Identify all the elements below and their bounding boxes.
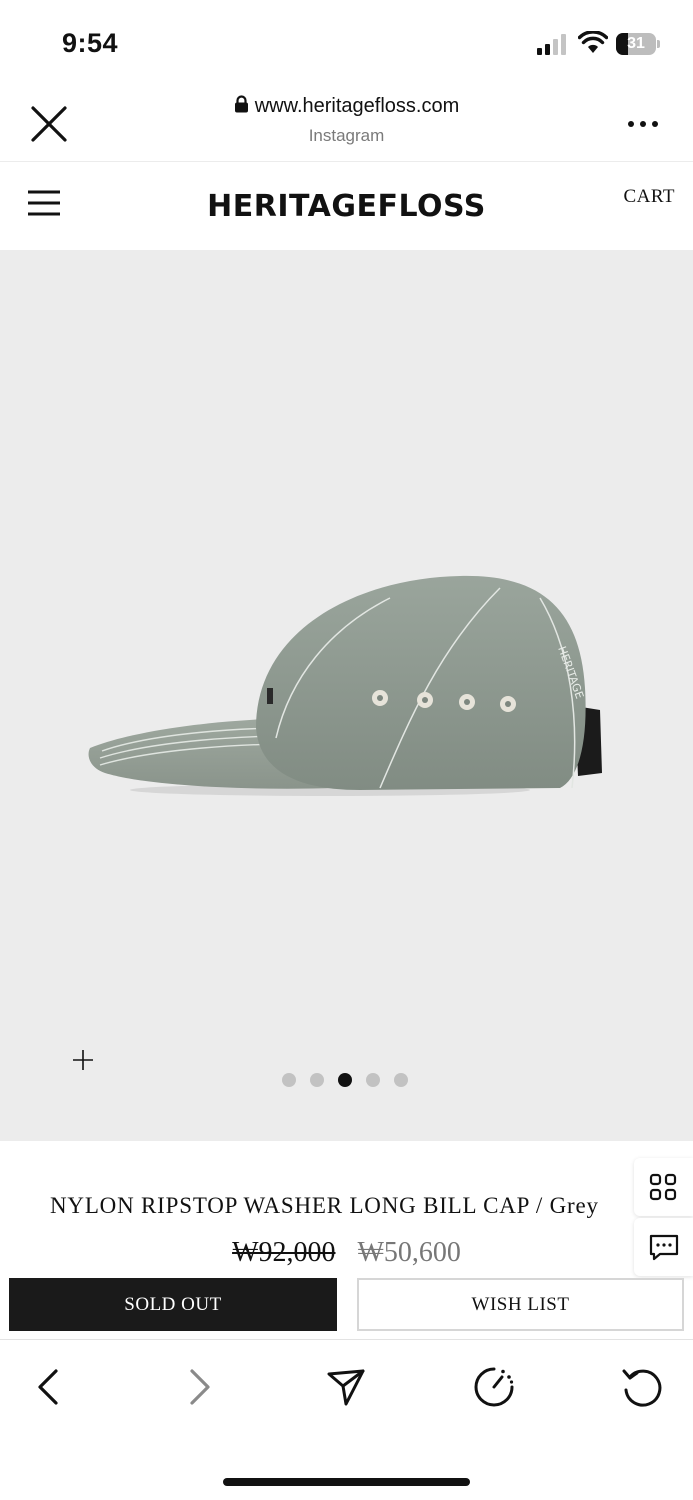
price-line: ₩92,000 ₩50,600 (0, 1237, 693, 1269)
url-bar[interactable]: www.heritagefloss.com (0, 95, 693, 118)
carousel-dot[interactable] (394, 1073, 408, 1087)
more-icon[interactable] (626, 118, 660, 130)
signal-icon (537, 34, 566, 55)
sale-price: ₩50,600 (357, 1237, 461, 1268)
original-price: ₩92,000 (232, 1237, 336, 1268)
lock-icon (234, 95, 248, 113)
share-icon[interactable] (324, 1365, 368, 1409)
back-icon[interactable] (27, 1365, 71, 1409)
home-indicator (223, 1478, 470, 1486)
site-header: HERITAGEFLOSS CART (0, 162, 693, 250)
cart-link[interactable]: CART (623, 186, 675, 208)
speed-icon[interactable] (472, 1365, 516, 1409)
url-text: www.heritagefloss.com (254, 95, 460, 117)
grid-icon (649, 1173, 677, 1201)
grid-button[interactable] (634, 1158, 693, 1216)
forward-icon[interactable] (177, 1365, 221, 1409)
carousel-dot[interactable] (366, 1073, 380, 1087)
sold-out-button[interactable]: SOLD OUT (9, 1278, 337, 1331)
battery-icon: 31 (616, 33, 660, 55)
url-source: Instagram (308, 126, 385, 145)
wifi-icon (578, 31, 608, 53)
status-bar: 9:54 31 (0, 0, 693, 80)
status-time: 9:54 (62, 28, 119, 58)
reload-icon[interactable] (620, 1365, 664, 1409)
site-logo[interactable]: HERITAGEFLOSS (0, 189, 693, 224)
battery-level: 31 (627, 35, 645, 52)
browser-toolbar (0, 1339, 693, 1500)
product-image-cap: HERITAGE (88, 575, 602, 796)
product-name: NYLON RIPSTOP WASHER LONG BILL CAP / Gre… (50, 1193, 599, 1218)
carousel-dot[interactable] (282, 1073, 296, 1087)
product-image-carousel[interactable]: HERITAGE (0, 250, 693, 1141)
zoom-plus-icon[interactable] (70, 1047, 96, 1073)
wish-list-button[interactable]: WISH LIST (357, 1278, 684, 1331)
carousel-dot[interactable] (310, 1073, 324, 1087)
browser-header: www.heritagefloss.com Instagram (0, 80, 693, 162)
carousel-pagination (282, 1073, 408, 1088)
carousel-dot[interactable] (338, 1073, 352, 1087)
